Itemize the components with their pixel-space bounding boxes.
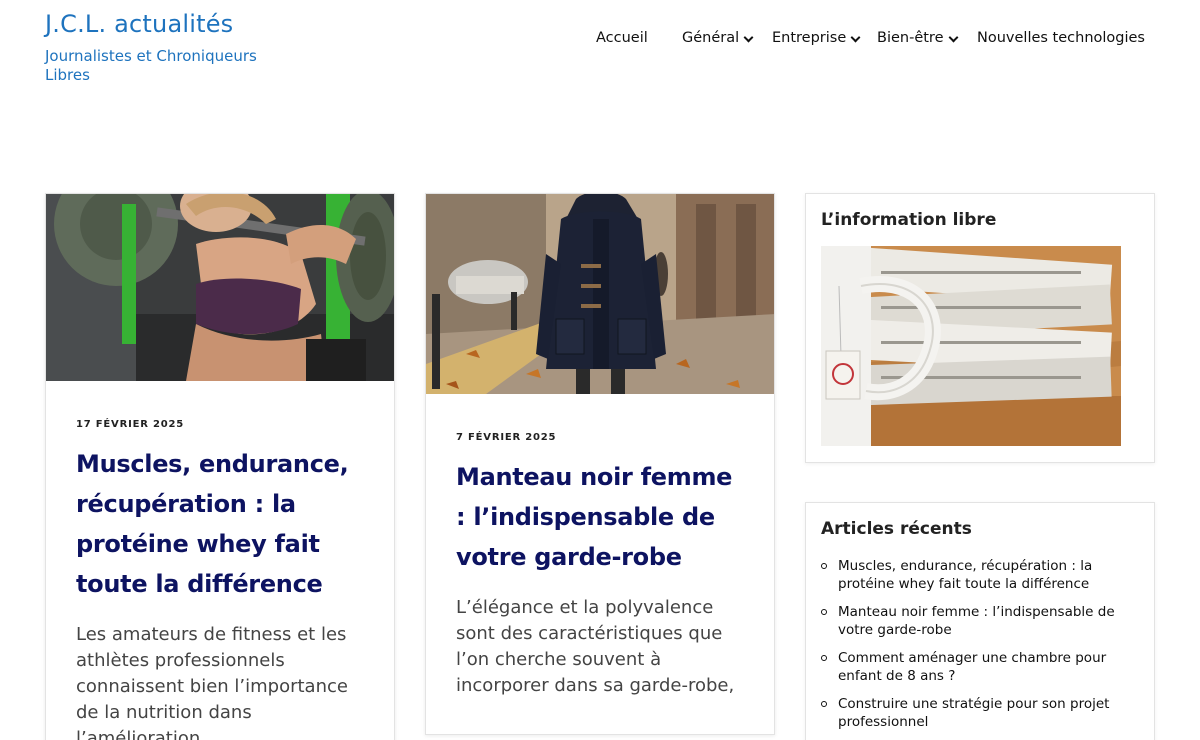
recent-post-label: Manteau noir femme : l’indispensable de … [838,604,1115,638]
post-excerpt: Les amateurs de fitness et les athlètes … [76,624,348,740]
nav-item-label: Accueil [596,30,648,46]
main-navigation: Accueil Général Entreprise Bien-être Nou… [596,30,1145,46]
post-title[interactable]: Muscles, endurance, récupération : la pr… [76,444,369,604]
widget-title: Articles récents [821,519,972,539]
recent-posts-list: Muscles, endurance, récupération : la pr… [821,557,1139,731]
post-title[interactable]: Manteau noir femme : l’indispensable de … [456,457,744,577]
woman-weightlifting-photo [46,194,394,381]
bullet-icon [821,655,827,661]
info-widget: L’information libre [805,193,1155,463]
post-excerpt: L’élégance et la polyvalence sont des ca… [456,597,735,696]
nav-item-label: Entreprise [772,30,847,46]
post-card: 7 FÉVRIER 2025 Manteau noir femme : l’in… [425,193,775,735]
post-thumbnail[interactable] [46,194,394,381]
nav-item-nouvelles-technologies[interactable]: Nouvelles technologies [977,30,1145,46]
post-thumbnail[interactable] [426,194,774,394]
nav-item-accueil[interactable]: Accueil [596,30,682,46]
recent-post-label: Comment aménager une chambre pour enfant… [838,650,1107,684]
post-card: 17 FÉVRIER 2025 Muscles, endurance, récu… [45,193,395,740]
nav-item-label: Bien-être [877,30,944,46]
post-date: 7 FÉVRIER 2025 [456,432,557,443]
chevron-down-icon[interactable] [948,32,958,42]
nav-item-label: Général [682,30,740,46]
recent-post-link[interactable]: Construire une stratégie pour son projet… [821,695,1139,731]
chevron-down-icon[interactable] [743,32,754,42]
newspapers-and-tea-photo [821,246,1121,446]
widget-image [821,246,1121,446]
recent-post-label: Construire une stratégie pour son projet… [838,696,1110,730]
bullet-icon [821,563,827,569]
nav-item-general[interactable]: Général [682,30,772,46]
nav-item-bien-etre[interactable]: Bien-être [877,30,977,46]
bullet-icon [821,701,827,707]
recent-posts-widget: Articles récents Muscles, endurance, réc… [805,502,1155,740]
recent-post-label: Muscles, endurance, récupération : la pr… [838,558,1093,592]
nav-item-label: Nouvelles technologies [977,30,1145,46]
recent-post-link[interactable]: Comment aménager une chambre pour enfant… [821,649,1139,685]
nav-item-entreprise[interactable]: Entreprise [772,30,877,46]
site-description: Journalistes et Chroniqueurs Libres [45,47,257,84]
widget-title: L’information libre [821,210,997,230]
chevron-down-icon[interactable] [850,32,861,42]
post-date: 17 FÉVRIER 2025 [76,419,185,430]
bullet-icon [821,609,827,615]
black-duffle-coat-photo [426,194,774,394]
recent-post-link[interactable]: Manteau noir femme : l’indispensable de … [821,603,1139,639]
recent-post-link[interactable]: Muscles, endurance, récupération : la pr… [821,557,1139,593]
site-title[interactable]: J.C.L. actualités [45,10,233,38]
